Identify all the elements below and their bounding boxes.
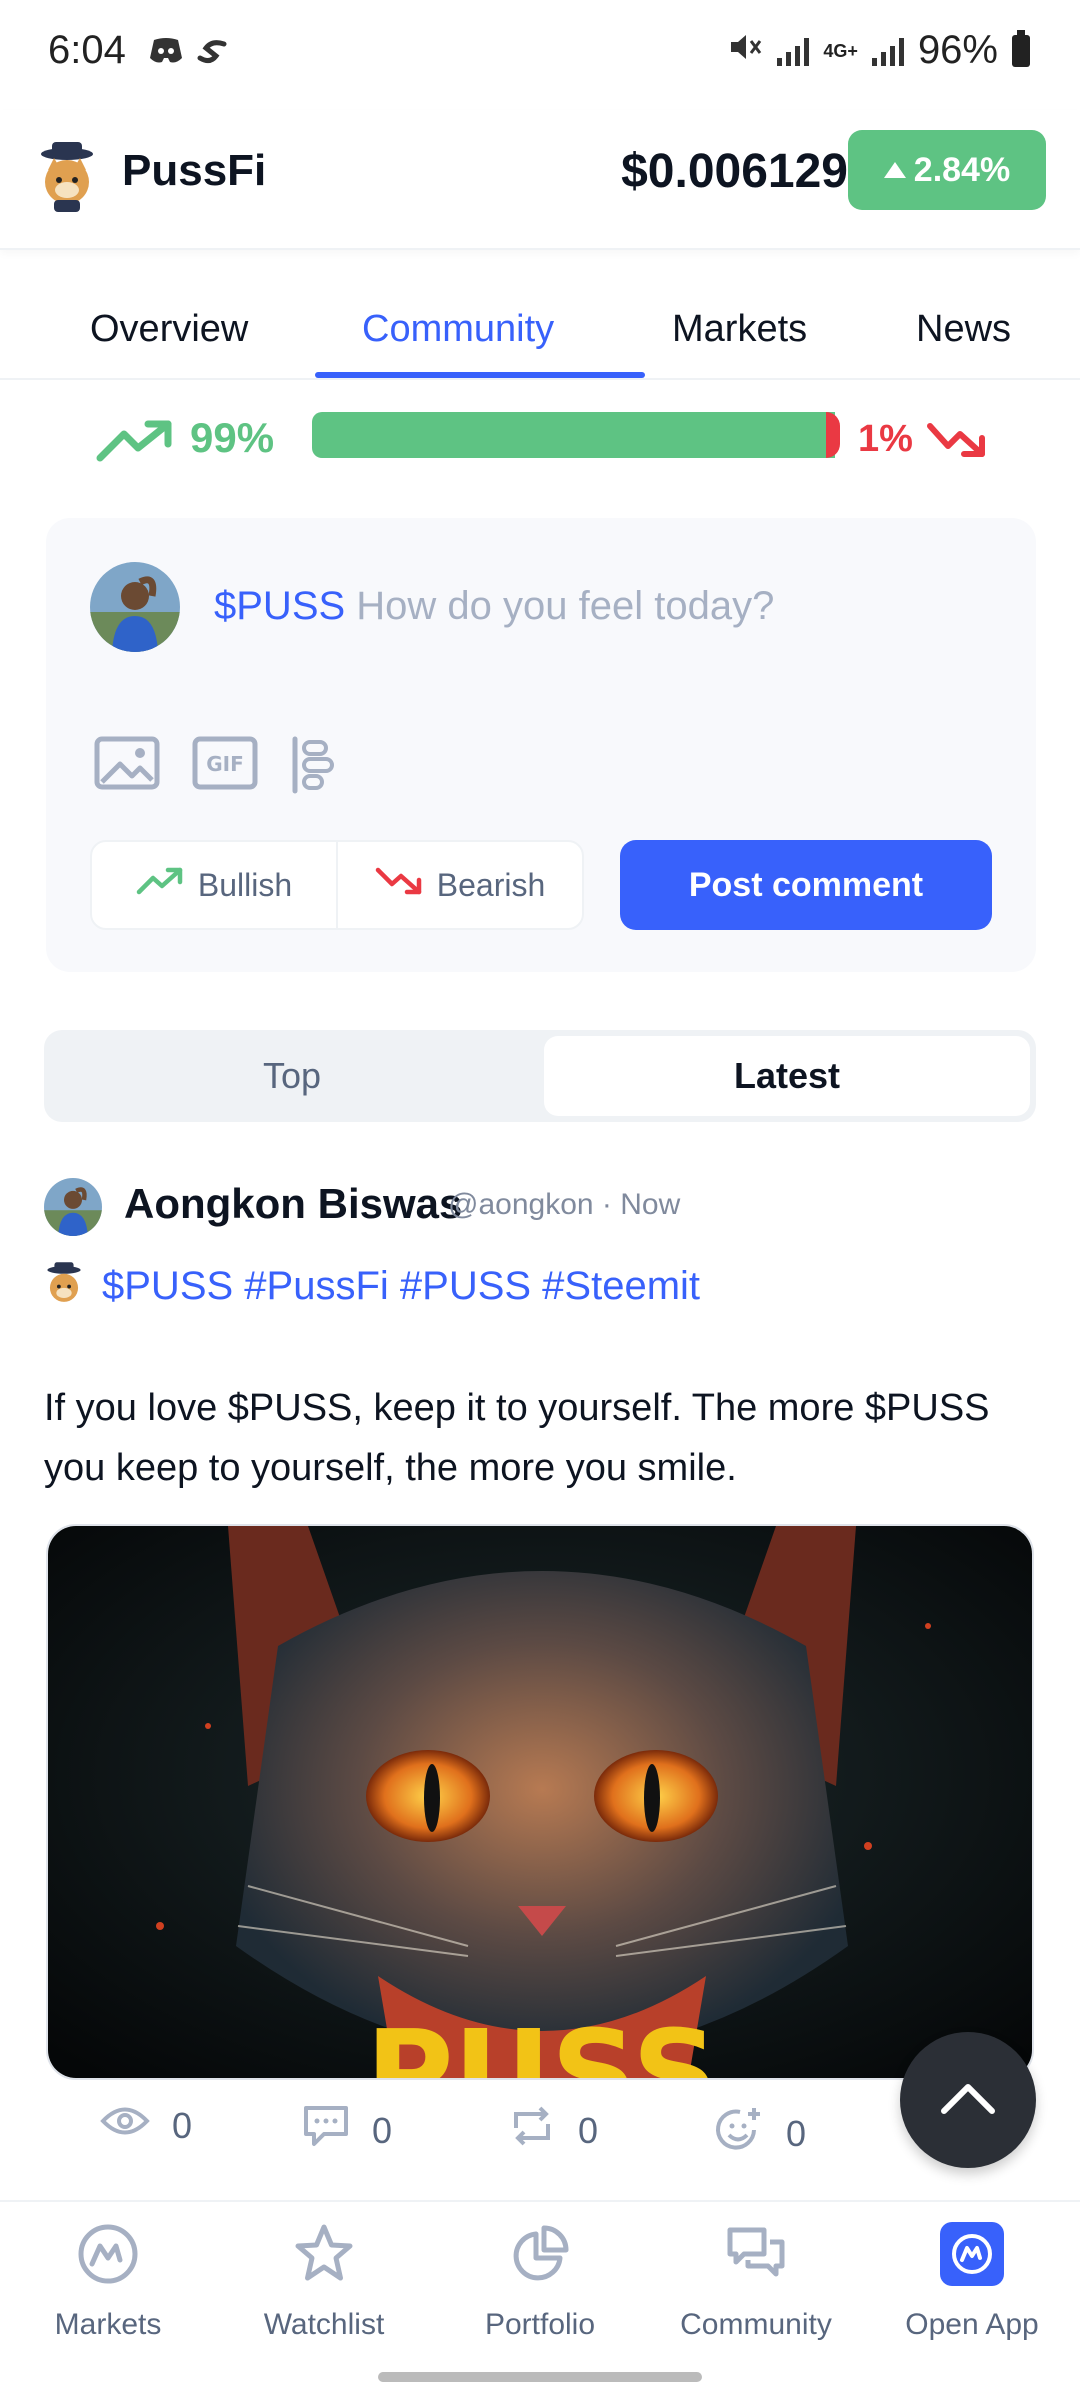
chevron-up-icon [940,2081,996,2120]
chat-icon [724,2222,788,2286]
image-icon[interactable] [94,736,160,795]
coin-price: $0.006129 [621,145,848,198]
nav-portfolio[interactable]: Portfolio [440,2222,640,2342]
battery-percent: 96% [917,28,998,72]
active-tab-indicator [315,372,645,378]
bullish-percent: 99% [190,414,275,461]
sentiment-toggle: Bullish Bearish [90,840,584,930]
network-type: 4G+ [823,40,858,61]
reposts-count: 0 [578,2109,599,2151]
pie-chart-icon [508,2222,572,2286]
nav-community-label: Community [680,2308,832,2341]
post-time: Now [620,1188,681,1221]
sort-top-button[interactable]: Top [44,1030,540,1122]
poll-icon[interactable] [290,736,336,799]
bearish-button[interactable]: Bearish [336,842,582,928]
nav-community[interactable]: Community [656,2222,856,2342]
views-count: 0 [172,2104,193,2146]
pussfi-logo [44,1261,84,1312]
reactions-count: 0 [786,2112,807,2154]
price-change-badge: 2.84% [848,130,1046,210]
bullish-button[interactable]: Bullish [92,842,336,928]
nav-markets[interactable]: Markets [8,2222,208,2342]
bearish-fill [826,412,840,458]
tab-overview[interactable]: Overview [90,308,248,351]
battery-icon [1012,29,1030,67]
post-image[interactable]: PUSS [46,1524,1034,2080]
status-bar: 6:04 4G+ 96% [0,0,1080,110]
nav-watchlist-label: Watchlist [263,2308,385,2341]
bottom-nav: Markets Watchlist Portfolio Community Op… [0,2200,1080,2360]
post-meta: @aongkon · Now [448,1188,680,1222]
post-tags[interactable]: $PUSS #PussFi #PUSS #Steemit [102,1264,700,1309]
sentiment-bar: 99% 1% [0,400,1080,480]
bullish-label: Bullish [197,866,293,903]
nav-open-app[interactable]: Open App [872,2222,1072,2342]
nav-watchlist[interactable]: Watchlist [224,2222,424,2342]
post-tags-line: $PUSS #PussFi #PUSS #Steemit [44,1261,700,1312]
views-stat[interactable]: 0 [100,2104,192,2147]
trend-down-icon [375,866,423,904]
repost-icon [508,2104,556,2157]
post-author-name[interactable]: Aongkon Biswas [124,1180,462,1228]
trend-up-icon [96,418,174,469]
gif-icon[interactable]: GIF [192,736,258,795]
sort-toggle: Top Latest [44,1030,1036,1122]
app-notification-icon [196,36,228,71]
open-app-icon [940,2222,1004,2286]
comments-count: 0 [372,2109,393,2151]
nav-portfolio-label: Portfolio [484,2308,596,2341]
post-composer: $PUSS How do you feel today? GIF Bullish… [46,518,1036,972]
pussfi-logo [36,140,98,212]
coinmarketcap-icon [76,2222,140,2286]
tab-community[interactable]: Community [362,308,554,351]
mute-icon [729,28,763,73]
status-indicators: 4G+ 96% [729,28,1030,73]
tab-markets[interactable]: Markets [672,308,807,351]
home-indicator[interactable] [378,2372,702,2382]
tab-news[interactable]: News [916,308,1011,351]
star-icon [292,2222,356,2286]
composer-input[interactable]: $PUSS How do you feel today? [214,584,774,629]
status-time: 6:04 [48,28,126,72]
reposts-stat[interactable]: 0 [508,2104,598,2157]
composer-ticker: $PUSS [214,584,346,628]
coin-header: PussFi $0.006129 2.84% [0,110,1080,250]
image-caption-text: PUSS [366,2006,719,2080]
trend-down-icon [926,420,988,465]
price-change-value: 2.84% [913,150,1011,189]
meta-separator: · [601,1188,612,1221]
trend-up-icon [136,866,184,904]
svg-text:GIF: GIF [206,752,244,776]
bearish-percent: 1% [858,418,913,460]
post-author-avatar[interactable] [44,1178,102,1236]
bullish-fill [312,412,835,458]
reactions-stat[interactable]: 0 [714,2104,806,2163]
comment-icon [302,2104,350,2157]
discord-notification-icon [148,36,184,71]
signal-icon-2 [871,36,904,66]
post-body: If you love $PUSS, keep it to yourself. … [44,1387,990,1489]
nav-markets-label: Markets [54,2308,162,2341]
post-author-handle[interactable]: @aongkon [448,1188,594,1221]
eye-icon [100,2104,150,2147]
user-avatar [90,562,180,652]
bearish-label: Bearish [436,866,546,903]
composer-placeholder: How do you feel today? [356,584,775,628]
tab-bar: Overview Community Markets News [0,290,1080,380]
sentiment-track [312,412,840,458]
add-reaction-icon [714,2104,764,2163]
sort-latest-button[interactable]: Latest [544,1036,1030,1116]
scroll-to-top-button[interactable] [900,2032,1036,2168]
nav-open-app-label: Open App [905,2308,1039,2341]
signal-icon [777,36,810,66]
post-comment-button[interactable]: Post comment [620,840,992,930]
caret-up-icon [883,162,906,178]
comments-stat[interactable]: 0 [302,2104,392,2157]
coin-name: PussFi [122,146,267,195]
